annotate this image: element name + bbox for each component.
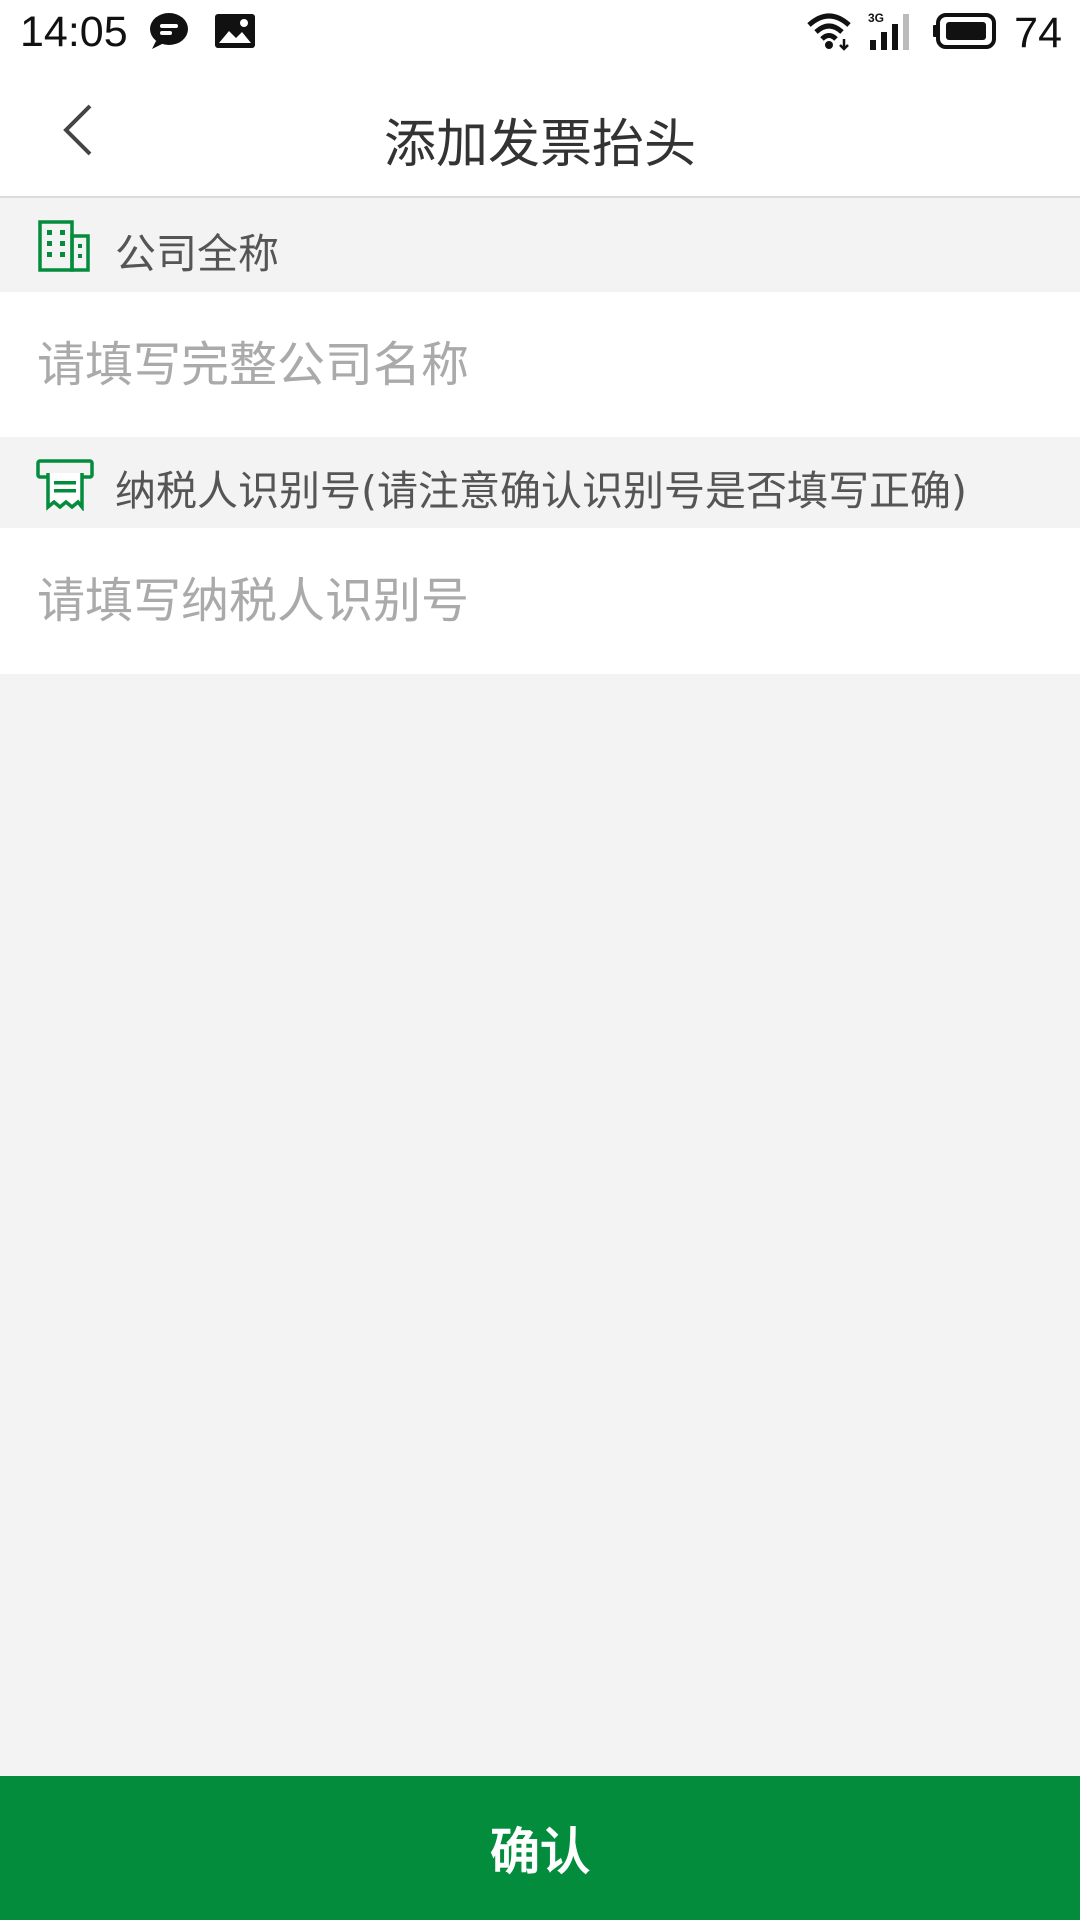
- battery-icon: [932, 12, 998, 54]
- cellular-signal-icon: 3G: [868, 10, 916, 56]
- app-bar: 添加发票抬头: [0, 66, 1080, 198]
- network-type-label: 3G: [868, 11, 884, 25]
- status-bar: 14:05 3G 74: [0, 0, 1080, 66]
- company-name-input[interactable]: [0, 292, 1080, 437]
- image-notification-icon: [214, 13, 256, 53]
- chat-bubble-icon: [148, 11, 190, 55]
- company-name-row: [0, 292, 1080, 437]
- battery-level: 74: [1014, 8, 1062, 57]
- notification-icons: [148, 12, 256, 54]
- building-icon: [36, 218, 92, 278]
- company-name-header: 公司全称: [0, 200, 1080, 292]
- receipt-icon: [36, 457, 94, 515]
- tax-id-label: 纳税人识别号(请注意确认识别号是否填写正确): [115, 467, 967, 515]
- tax-id-header: 纳税人识别号(请注意确认识别号是否填写正确): [0, 437, 1080, 528]
- status-time: 14:05: [20, 8, 128, 56]
- tax-id-input[interactable]: [0, 528, 1080, 674]
- status-right: 3G 74: [806, 8, 1062, 58]
- page-title: 添加发票抬头: [383, 115, 696, 175]
- tax-id-row: [0, 528, 1080, 674]
- confirm-button[interactable]: 确认: [0, 1776, 1080, 1920]
- company-name-label: 公司全称: [115, 230, 279, 278]
- wifi-icon: [806, 11, 852, 55]
